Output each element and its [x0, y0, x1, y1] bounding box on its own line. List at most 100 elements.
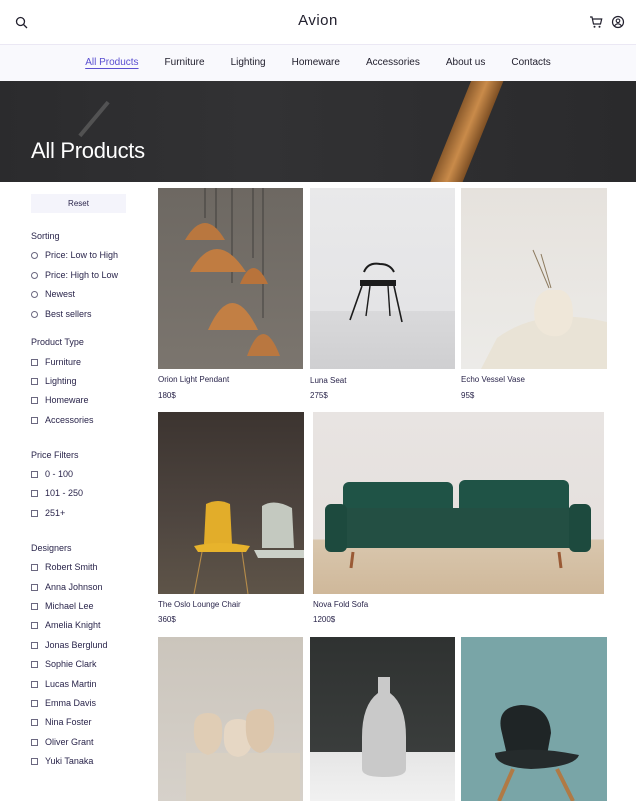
option-label: Sophie Clark	[45, 659, 97, 669]
checkbox-icon[interactable]	[31, 416, 38, 424]
option-label: Robert Smith	[45, 562, 98, 572]
product-name[interactable]: Nova Fold Sofa	[313, 600, 368, 609]
product-card[interactable]: Luna Seat 275$	[310, 188, 455, 403]
checkbox-icon[interactable]	[31, 583, 38, 591]
checkbox-icon[interactable]	[31, 641, 38, 649]
sort-option[interactable]: Price: High to Low	[31, 270, 118, 280]
designer-option[interactable]: Nina Foster	[31, 717, 92, 727]
option-label: Price: High to Low	[45, 270, 119, 280]
page-title: All Products	[31, 138, 145, 163]
checkbox-icon[interactable]	[31, 563, 38, 571]
product-card[interactable]: The Oslo Lounge Chair 360$	[158, 412, 304, 628]
radio-icon[interactable]	[31, 310, 38, 318]
nav-about-us[interactable]: About us	[446, 57, 485, 68]
filter-sidebar: Reset Sorting Price: Low to High Price: …	[31, 194, 131, 766]
option-label: 251+	[45, 508, 66, 518]
price-option[interactable]: 251+	[31, 508, 65, 518]
price-option[interactable]: 0 - 100	[31, 469, 73, 479]
nav-all-products[interactable]: All Products	[85, 57, 138, 68]
nav-accessories[interactable]: Accessories	[366, 57, 420, 68]
product-card[interactable]: Echo Vessel Vase 95$	[461, 188, 607, 403]
user-icon[interactable]	[610, 14, 626, 30]
nav-furniture[interactable]: Furniture	[165, 57, 205, 68]
product-card[interactable]: Orion Light Pendant 180$	[158, 188, 303, 403]
checkbox-icon[interactable]	[31, 509, 38, 517]
product-price: 360$	[158, 615, 176, 624]
sort-option[interactable]: Price: Low to High	[31, 250, 118, 260]
checkbox-icon[interactable]	[31, 738, 38, 746]
product-image[interactable]	[158, 637, 303, 801]
product-image[interactable]	[461, 188, 607, 369]
product-price: 1200$	[313, 615, 336, 624]
option-label: Price: Low to High	[45, 250, 119, 260]
radio-icon[interactable]	[31, 290, 38, 298]
product-name[interactable]: Echo Vessel Vase	[461, 375, 525, 384]
checkbox-icon[interactable]	[31, 718, 38, 726]
option-label: 0 - 100	[45, 469, 74, 479]
option-label: Lighting	[45, 376, 77, 386]
reset-button[interactable]: Reset	[31, 194, 126, 213]
product-image[interactable]	[310, 188, 455, 369]
sort-option[interactable]: Best sellers	[31, 309, 92, 319]
product-card[interactable]	[310, 637, 455, 801]
checkbox-icon[interactable]	[31, 602, 38, 610]
checkbox-icon[interactable]	[31, 358, 38, 366]
radio-icon[interactable]	[31, 271, 38, 279]
checkbox-icon[interactable]	[31, 699, 38, 707]
product-image[interactable]	[158, 188, 303, 369]
radio-icon[interactable]	[31, 251, 38, 259]
option-label: Furniture	[45, 357, 82, 367]
type-option[interactable]: Homeware	[31, 395, 89, 405]
option-label: Jonas Berglund	[45, 640, 108, 650]
product-card[interactable]: Nova Fold Sofa 1200$	[313, 412, 604, 628]
checkbox-icon[interactable]	[31, 660, 38, 668]
checkbox-icon[interactable]	[31, 470, 38, 478]
product-image[interactable]	[461, 637, 607, 801]
checkbox-icon[interactable]	[31, 680, 38, 688]
product-card[interactable]	[158, 637, 303, 801]
designer-option[interactable]: Emma Davis	[31, 698, 96, 708]
brand-logo[interactable]: Avion	[0, 12, 636, 29]
price-option[interactable]: 101 - 250	[31, 488, 83, 498]
option-label: Oliver Grant	[45, 737, 94, 747]
product-name[interactable]: Orion Light Pendant	[158, 375, 229, 384]
product-image[interactable]	[310, 637, 455, 801]
designer-option[interactable]: Amelia Knight	[31, 620, 101, 630]
option-label: Amelia Knight	[45, 620, 101, 630]
option-label: Yuki Tanaka	[45, 756, 94, 766]
sort-option[interactable]: Newest	[31, 289, 75, 299]
option-label: Newest	[45, 289, 76, 299]
product-name[interactable]: Luna Seat	[310, 376, 346, 385]
designer-option[interactable]: Yuki Tanaka	[31, 756, 93, 766]
designer-option[interactable]: Oliver Grant	[31, 737, 94, 747]
designer-option[interactable]: Jonas Berglund	[31, 640, 108, 650]
product-image[interactable]	[313, 412, 604, 594]
product-name[interactable]: The Oslo Lounge Chair	[158, 600, 241, 609]
designer-option[interactable]: Sophie Clark	[31, 659, 97, 669]
product-price: 95$	[461, 391, 475, 400]
checkbox-icon[interactable]	[31, 757, 38, 765]
nav-lighting[interactable]: Lighting	[231, 57, 266, 68]
checkbox-icon[interactable]	[31, 621, 38, 629]
designer-option[interactable]: Lucas Martin	[31, 679, 97, 689]
type-option[interactable]: Furniture	[31, 357, 81, 367]
option-label: Anna Johnson	[45, 582, 103, 592]
type-option[interactable]: Lighting	[31, 376, 77, 386]
product-image[interactable]	[158, 412, 304, 594]
option-label: Accessories	[45, 415, 94, 425]
header: Avion	[0, 0, 636, 45]
cart-icon[interactable]	[588, 14, 604, 30]
product-card[interactable]	[461, 637, 607, 801]
checkbox-icon[interactable]	[31, 396, 38, 404]
nav-homeware[interactable]: Homeware	[292, 57, 340, 68]
nav-contacts[interactable]: Contacts	[511, 57, 550, 68]
designer-option[interactable]: Anna Johnson	[31, 582, 103, 592]
option-label: Emma Davis	[45, 698, 97, 708]
type-option[interactable]: Accessories	[31, 415, 94, 425]
category-nav: All Products Furniture Lighting Homeware…	[0, 45, 636, 81]
checkbox-icon[interactable]	[31, 377, 38, 385]
checkbox-icon[interactable]	[31, 489, 38, 497]
option-label: Homeware	[45, 395, 89, 405]
designer-option[interactable]: Michael Lee	[31, 601, 94, 611]
designer-option[interactable]: Robert Smith	[31, 562, 98, 572]
